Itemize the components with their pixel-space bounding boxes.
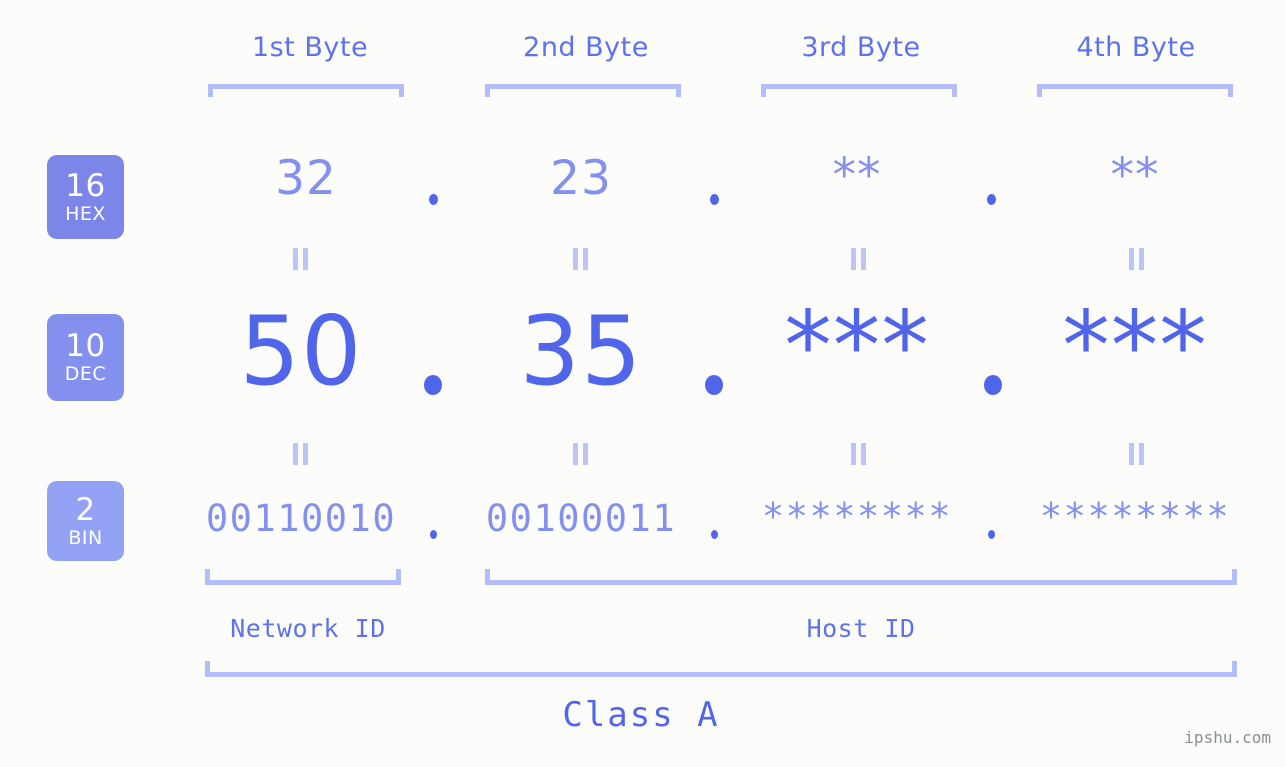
bin-byte-4: ******** xyxy=(1039,495,1231,538)
badge-hex: 16 HEX xyxy=(47,155,124,239)
badge-bin-base: 2 xyxy=(75,491,96,528)
bin-byte-1: 00110010 xyxy=(205,497,397,540)
hex-byte-1: 32 xyxy=(275,151,337,206)
dec-byte-4: *** xyxy=(1062,292,1208,402)
host-id-label: Host ID xyxy=(806,614,916,643)
badge-dec: 10 DEC xyxy=(47,314,124,401)
byte-header-label-3: 3rd Byte xyxy=(801,32,921,63)
hex-dot-separator-1 xyxy=(429,194,438,205)
dec-byte-1: 50 xyxy=(239,297,363,407)
host-id-bracket xyxy=(485,569,1237,585)
byte-bracket-top-3 xyxy=(761,84,957,97)
badge-dec-system: DEC xyxy=(64,363,107,385)
badge-hex-base: 16 xyxy=(65,167,106,204)
byte-bracket-top-4 xyxy=(1037,84,1233,97)
class-bracket xyxy=(205,661,1237,677)
equals-separator-dec-bin-2 xyxy=(571,443,591,465)
ip-byte-breakdown-diagram: 1st Byte 2nd Byte 3rd Byte 4th Byte 16 H… xyxy=(0,0,1285,767)
byte-header-label-4: 4th Byte xyxy=(1076,32,1196,63)
bin-byte-2: 00100011 xyxy=(485,497,677,540)
dec-byte-2: 35 xyxy=(519,297,643,407)
badge-bin-system: BIN xyxy=(68,526,103,549)
dec-dot-separator-1 xyxy=(424,375,442,395)
equals-separator-hex-dec-3 xyxy=(849,248,869,270)
dec-byte-3: *** xyxy=(784,292,930,402)
hex-dot-separator-3 xyxy=(987,194,996,205)
byte-bracket-top-1 xyxy=(208,84,404,97)
network-id-bracket xyxy=(205,569,401,585)
watermark: ipshu.com xyxy=(1184,728,1271,747)
dec-dot-separator-2 xyxy=(705,375,723,395)
dec-dot-separator-3 xyxy=(984,375,1002,395)
badge-bin: 2 BIN xyxy=(47,481,124,561)
equals-separator-hex-dec-2 xyxy=(571,248,591,270)
network-id-label: Network ID xyxy=(230,614,386,643)
badge-dec-base: 10 xyxy=(65,328,106,364)
hex-byte-2: 23 xyxy=(550,151,612,206)
hex-byte-4: ** xyxy=(1110,148,1160,203)
class-label: Class A xyxy=(562,695,720,735)
bin-dot-separator-3 xyxy=(988,530,995,539)
equals-separator-hex-dec-1 xyxy=(291,248,311,270)
bin-dot-separator-2 xyxy=(711,530,718,539)
equals-separator-hex-dec-4 xyxy=(1127,248,1147,270)
byte-header-label-1: 1st Byte xyxy=(251,32,369,63)
bin-byte-3: ******** xyxy=(761,495,953,538)
bin-dot-separator-1 xyxy=(430,530,437,539)
equals-separator-dec-bin-3 xyxy=(849,443,869,465)
hex-dot-separator-2 xyxy=(710,194,719,205)
equals-separator-dec-bin-1 xyxy=(291,443,311,465)
hex-byte-3: ** xyxy=(832,148,882,203)
badge-hex-system: HEX xyxy=(65,202,106,225)
equals-separator-dec-bin-4 xyxy=(1127,443,1147,465)
byte-bracket-top-2 xyxy=(485,84,681,97)
byte-header-label-2: 2nd Byte xyxy=(523,32,649,63)
